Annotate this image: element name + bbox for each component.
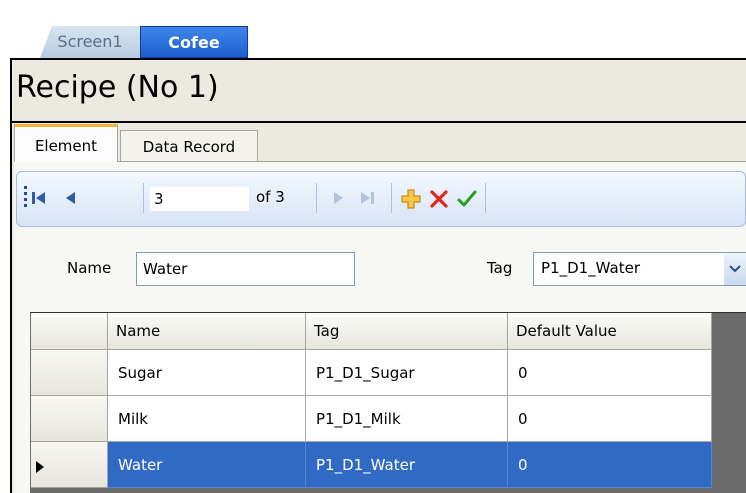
column-header-name[interactable]: Name xyxy=(108,313,306,350)
move-first-icon xyxy=(32,192,45,204)
toolbar-separator xyxy=(485,183,486,213)
tab-cofee[interactable]: Cofee xyxy=(140,26,248,58)
delete-icon xyxy=(430,189,448,208)
column-header-tag[interactable]: Tag xyxy=(306,313,508,350)
record-navigator-toolbar xyxy=(16,171,746,227)
move-last-button[interactable] xyxy=(355,183,379,213)
current-row-pointer-icon xyxy=(36,461,44,473)
table-cell-tag[interactable]: P1_D1_Milk xyxy=(306,396,508,442)
row-header[interactable] xyxy=(31,350,108,396)
table-cell-default-value[interactable]: 0 xyxy=(508,396,712,442)
add-icon xyxy=(401,189,421,209)
table-cell-tag[interactable]: P1_D1_Sugar xyxy=(306,350,508,396)
tab-element[interactable]: Element xyxy=(14,124,118,162)
page-title: Recipe (No 1) xyxy=(16,70,219,105)
name-label: Name xyxy=(67,259,112,277)
tab-data-record[interactable]: Data Record xyxy=(120,130,258,162)
table-cell-tag[interactable]: P1_D1_Water xyxy=(306,442,508,488)
table-cell-default-value[interactable]: 0 xyxy=(508,350,712,396)
column-header-default-value[interactable]: Default Value xyxy=(508,313,712,350)
tab-screen1[interactable]: Screen1 xyxy=(40,26,140,58)
add-button[interactable] xyxy=(399,183,423,213)
toolbar-separator xyxy=(143,183,144,213)
title-divider xyxy=(12,121,746,123)
table-cell-name[interactable]: Sugar xyxy=(108,350,306,396)
tag-label: Tag xyxy=(487,259,513,277)
tag-selected-value: P1_D1_Water xyxy=(541,259,641,277)
move-next-icon xyxy=(334,192,343,204)
move-previous-button[interactable] xyxy=(59,183,83,213)
chevron-down-icon[interactable] xyxy=(724,253,746,285)
move-first-button[interactable] xyxy=(27,183,51,213)
grid-corner-header[interactable] xyxy=(31,313,108,350)
delete-button[interactable] xyxy=(427,183,451,213)
name-field[interactable] xyxy=(136,252,355,286)
record-count-label: of 3 xyxy=(256,188,285,206)
move-previous-icon xyxy=(66,192,75,204)
frame-border xyxy=(10,58,746,60)
toolbar-separator xyxy=(316,183,317,213)
toolbar-separator xyxy=(391,183,392,213)
row-header[interactable] xyxy=(31,396,108,442)
save-icon xyxy=(457,190,477,207)
table-cell-name[interactable]: Water xyxy=(108,442,306,488)
save-button[interactable] xyxy=(455,183,479,213)
table-cell-name[interactable]: Milk xyxy=(108,396,306,442)
move-last-icon xyxy=(361,192,374,204)
position-input[interactable] xyxy=(150,187,249,211)
move-next-button[interactable] xyxy=(326,183,350,213)
table-cell-default-value[interactable]: 0 xyxy=(508,442,712,488)
